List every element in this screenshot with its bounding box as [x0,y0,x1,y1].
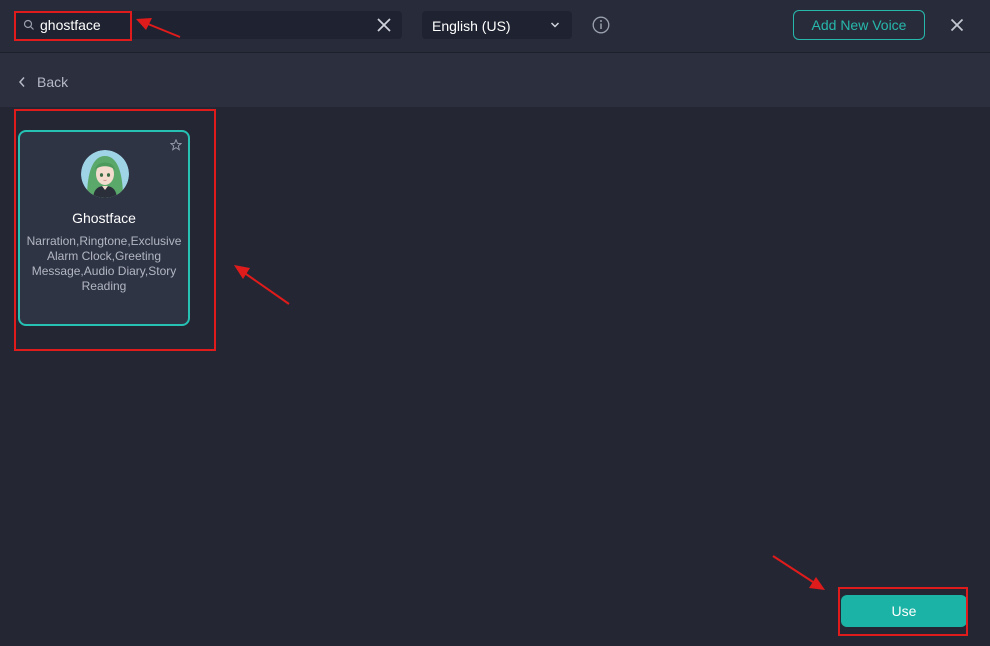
search-icon [23,19,34,30]
back-label: Back [37,74,69,90]
avatar-image [81,150,129,198]
top-bar: English (US) Add New Voice [0,0,990,53]
language-select[interactable]: English (US) [422,11,572,39]
annotation-arrow-use [772,555,825,590]
back-button[interactable]: Back [18,73,68,91]
info-icon[interactable] [592,16,610,34]
annotation-arrow-card [234,265,290,305]
clear-icon[interactable] [376,17,392,33]
chevron-left-icon [18,77,25,87]
chevron-down-icon [550,22,560,28]
back-bar: Back [0,53,990,107]
voice-name: Ghostface [72,210,136,226]
add-new-voice-button[interactable]: Add New Voice [793,10,925,40]
close-icon[interactable] [950,18,964,32]
search-box[interactable] [14,11,402,39]
star-icon[interactable] [170,139,182,151]
use-button[interactable]: Use [841,595,967,627]
language-selected: English (US) [432,18,511,34]
search-input[interactable] [40,15,360,35]
voice-tags: Narration,Ringtone,Exclusive Alarm Clock… [26,234,182,293]
voice-card[interactable]: Ghostface Narration,Ringtone,Exclusive A… [18,130,190,326]
